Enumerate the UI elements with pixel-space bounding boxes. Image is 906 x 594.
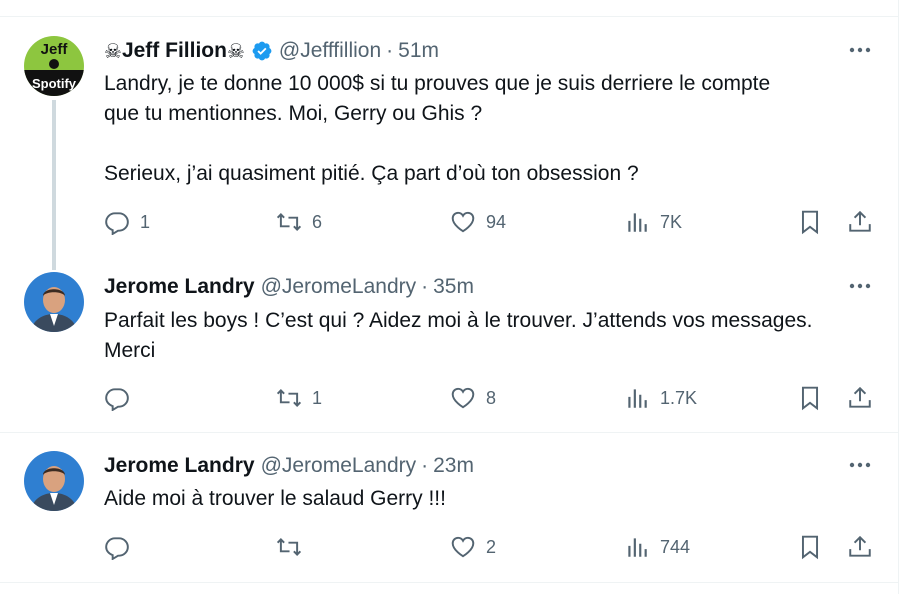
tweet-divider — [0, 432, 898, 433]
tweet-jerome-landry-1[interactable]: Jerome Landry @JeromeLandry · 35m Parfai… — [0, 272, 898, 412]
top-divider — [0, 16, 898, 17]
profile-photo — [24, 451, 84, 511]
timestamp[interactable]: 35m — [433, 275, 474, 299]
share-icon — [849, 386, 871, 408]
views-button[interactable]: 7K — [624, 208, 682, 236]
tweet-actions: 1 6 94 7K — [104, 208, 884, 236]
more-options-icon[interactable] — [846, 455, 874, 475]
views-chart-icon — [628, 389, 647, 408]
views-count: 1.7K — [660, 387, 698, 408]
retweet-button[interactable]: 1 — [276, 384, 322, 412]
heart-icon — [451, 536, 475, 558]
views-button[interactable]: 1.7K — [624, 384, 697, 412]
svg-text:Spotify: Spotify — [32, 76, 77, 91]
reply-button[interactable]: 1 — [104, 208, 150, 236]
heart-icon — [451, 211, 475, 233]
tweet-jeff-fillion[interactable]: Jeff Spotify ☠ Jeff Fillion ☠ @Jefffilli… — [0, 36, 898, 270]
like-button[interactable]: 2 — [450, 533, 496, 561]
bookmark-icon — [801, 535, 819, 560]
verified-badge-icon — [251, 40, 273, 62]
reply-button[interactable] — [104, 533, 140, 561]
like-count: 8 — [486, 387, 497, 408]
separator: · — [421, 275, 429, 298]
retweet-icon — [276, 538, 302, 556]
reply-count: 1 — [140, 211, 151, 232]
retweet-count: 6 — [312, 211, 323, 232]
retweet-icon — [276, 389, 302, 407]
share-icon — [849, 210, 871, 232]
svg-text:Jeff: Jeff — [41, 41, 69, 58]
avatar[interactable] — [24, 272, 84, 332]
reply-button[interactable] — [104, 384, 140, 412]
tweet-header: Jerome Landry @JeromeLandry · 23m — [104, 452, 474, 480]
tweet-jerome-landry-2[interactable]: Jerome Landry @JeromeLandry · 23m Aide m… — [0, 451, 898, 571]
share-button[interactable] — [847, 208, 873, 236]
thread-line — [52, 100, 56, 270]
views-chart-icon — [628, 213, 647, 232]
like-button[interactable]: 94 — [450, 208, 506, 236]
handle[interactable]: @JeromeLandry — [261, 275, 417, 299]
retweet-button[interactable] — [276, 533, 312, 561]
skull-crossbones-icon: ☠ — [226, 40, 245, 63]
display-name[interactable]: Jerome Landry — [104, 275, 255, 299]
tweet-actions: 1 8 1.7K — [104, 384, 884, 412]
tweet-text: Parfait les boys ! C’est qui ? Aidez moi… — [104, 309, 813, 362]
profile-photo — [24, 272, 84, 332]
more-options-icon[interactable] — [846, 276, 874, 296]
timestamp[interactable]: 51m — [398, 39, 439, 63]
avatar[interactable] — [24, 451, 84, 511]
bookmark-button[interactable] — [797, 533, 823, 561]
bookmark-icon — [801, 210, 819, 235]
retweet-button[interactable]: 6 — [276, 208, 322, 236]
reply-icon — [105, 388, 129, 411]
separator: · — [386, 39, 394, 62]
more-options-icon[interactable] — [846, 40, 874, 60]
display-name[interactable]: Jerome Landry — [104, 454, 255, 478]
handle[interactable]: @Jefffillion — [279, 39, 381, 63]
tweet-text: Aide moi à trouver le salaud Gerry !!! — [104, 487, 446, 510]
bookmark-button[interactable] — [797, 384, 823, 412]
tweet-divider — [0, 582, 898, 583]
heart-icon — [451, 387, 475, 409]
bookmark-icon — [801, 386, 819, 411]
views-count: 7K — [660, 211, 683, 232]
reply-icon — [105, 537, 129, 560]
like-count: 94 — [486, 211, 507, 232]
reply-icon — [105, 212, 129, 235]
jeff-spotify-logo: Jeff Spotify — [24, 36, 84, 96]
share-button[interactable] — [847, 533, 873, 561]
tweet-actions: 2 744 — [104, 533, 884, 561]
retweet-count: 1 — [312, 387, 323, 408]
retweet-icon — [276, 213, 302, 231]
tweet-text: Landry, je te donne 10 000$ si tu prouve… — [104, 72, 771, 185]
views-chart-icon — [628, 538, 647, 557]
bookmark-button[interactable] — [797, 208, 823, 236]
views-button[interactable]: 744 — [624, 533, 690, 561]
timestamp[interactable]: 23m — [433, 454, 474, 478]
handle[interactable]: @JeromeLandry — [261, 454, 417, 478]
share-button[interactable] — [847, 384, 873, 412]
avatar[interactable]: Jeff Spotify — [24, 36, 84, 96]
skull-crossbones-icon: ☠ — [104, 40, 122, 63]
tweet-header: Jerome Landry @JeromeLandry · 35m — [104, 273, 474, 301]
like-count: 2 — [486, 536, 497, 557]
like-button[interactable]: 8 — [450, 384, 496, 412]
display-name[interactable]: Jeff Fillion — [122, 39, 227, 63]
views-count: 744 — [660, 536, 691, 557]
share-icon — [849, 535, 871, 557]
tweet-header: ☠ Jeff Fillion ☠ @Jefffillion · 51m — [104, 37, 439, 65]
separator: · — [421, 454, 429, 477]
